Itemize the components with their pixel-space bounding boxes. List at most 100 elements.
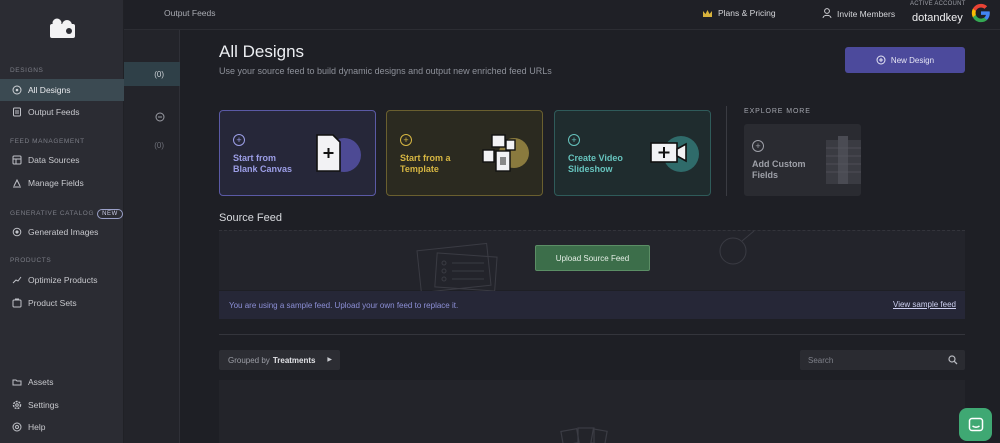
- app-logo-icon[interactable]: [49, 17, 76, 39]
- search-input[interactable]: Search: [800, 350, 965, 370]
- sidebar-item-help[interactable]: Help: [0, 416, 124, 438]
- sidebar-item-product-sets[interactable]: Product Sets: [0, 292, 124, 314]
- sidebar-item-optimize-products[interactable]: Optimize Products: [0, 269, 124, 291]
- card-label-line: Template: [400, 164, 439, 174]
- invite-label: Invite Members: [837, 8, 896, 19]
- divider: [726, 106, 727, 196]
- palette-icon: [12, 85, 22, 95]
- new-design-button[interactable]: New Design: [845, 47, 965, 73]
- folder-icon: [12, 377, 22, 387]
- sidebar-item-label: Help: [28, 422, 46, 432]
- spreadsheet-illustration-icon: [826, 136, 861, 184]
- account-name[interactable]: dotandkey: [912, 12, 963, 24]
- fields-icon: [12, 178, 22, 188]
- gear-icon: [12, 400, 22, 410]
- card-label: Start from a Template: [400, 153, 451, 175]
- section-designs: DESIGNS: [10, 67, 44, 74]
- count-label: (0): [154, 69, 164, 79]
- breadcrumb[interactable]: Output Feeds: [164, 8, 216, 18]
- video-camera-icon: [650, 136, 699, 172]
- chat-launcher-button[interactable]: [959, 408, 992, 441]
- sidebar-item-label: Optimize Products: [28, 275, 98, 285]
- sidebar: DESIGNS All Designs Output Feeds FEED MA…: [0, 0, 124, 443]
- plus-circle-icon: +: [752, 140, 764, 152]
- sidebar-item-label: Product Sets: [28, 298, 77, 308]
- sidebar-item-label: Assets: [28, 377, 54, 387]
- count-label: (0): [154, 140, 164, 150]
- sidebar-item-assets[interactable]: Assets: [0, 371, 124, 393]
- section-label: GENERATIVE CATALOG: [10, 210, 95, 217]
- sidebar-item-generated-images[interactable]: Generated Images: [0, 221, 124, 243]
- plus-circle-icon: +: [400, 134, 412, 146]
- card-label-line: Slideshow: [568, 164, 613, 174]
- sidebar-item-label: All Designs: [28, 85, 71, 95]
- trend-icon: [12, 275, 22, 285]
- feed-icon: [12, 107, 22, 117]
- sidebar-item-settings[interactable]: Settings: [0, 394, 124, 416]
- sidebar-item-manage-fields[interactable]: Manage Fields: [0, 172, 124, 194]
- explore-more-label: EXPLORE MORE: [744, 108, 811, 115]
- plus-circle-icon: +: [568, 134, 580, 146]
- sample-feed-notice: You are using a sample feed. Upload your…: [219, 291, 965, 319]
- view-sample-feed-link[interactable]: View sample feed: [893, 300, 956, 309]
- card-label: Create Video Slideshow: [568, 153, 623, 175]
- top-bar: Output Feeds Plans & Pricing Invite Memb…: [124, 0, 1000, 30]
- new-design-label: New Design: [890, 55, 935, 65]
- chat-icon: [968, 417, 983, 431]
- card-label-line: Fields: [752, 170, 779, 180]
- secondary-add-row[interactable]: [124, 105, 180, 129]
- add-circle-icon[interactable]: [155, 112, 165, 122]
- add-custom-fields-card[interactable]: + Add Custom Fields: [744, 124, 861, 196]
- page-subtitle: Use your source feed to build dynamic de…: [219, 66, 552, 76]
- card-label-line: Start from: [233, 153, 277, 163]
- google-icon[interactable]: [970, 2, 992, 24]
- group-by-dropdown[interactable]: Grouped by Treatments ▶: [219, 350, 340, 370]
- divider: [219, 334, 965, 335]
- main-content: All Designs Use your source feed to buil…: [180, 30, 1000, 443]
- plans-label: Plans & Pricing: [718, 8, 776, 18]
- upload-source-feed-button[interactable]: Upload Source Feed: [535, 245, 650, 271]
- set-icon: [12, 298, 22, 308]
- page-title: All Designs: [219, 42, 305, 61]
- account-label: ACTIVE ACCOUNT: [910, 1, 966, 7]
- card-label-line: Create Video: [568, 153, 623, 163]
- sidebar-item-label: Settings: [28, 400, 59, 410]
- video-slideshow-card[interactable]: + Create Video Slideshow: [554, 110, 711, 196]
- secondary-row[interactable]: (0): [124, 62, 180, 86]
- source-feed-title: Source Feed: [219, 212, 282, 224]
- section-generative-catalog: GENERATIVE CATALOG NEW: [10, 209, 123, 219]
- invite-members-link[interactable]: Invite Members: [822, 8, 895, 19]
- sidebar-item-label: Output Feeds: [28, 107, 80, 117]
- plus-circle-icon: +: [233, 134, 245, 146]
- section-feed-management: FEED MANAGEMENT: [10, 138, 85, 145]
- sidebar-item-all-designs[interactable]: All Designs: [0, 79, 124, 101]
- group-by-label: Grouped by: [228, 355, 270, 365]
- user-icon: [822, 8, 832, 19]
- sidebar-item-label: Manage Fields: [28, 178, 84, 188]
- sidebar-item-output-feeds[interactable]: Output Feeds: [0, 101, 124, 123]
- designs-list-area: [219, 380, 965, 443]
- sidebar-item-label: Generated Images: [28, 227, 99, 237]
- card-label: Start from Blank Canvas: [233, 153, 292, 175]
- feed-illustration-icon: [416, 242, 498, 291]
- card-label-line: Add Custom: [752, 159, 806, 169]
- image-gen-icon: [12, 227, 22, 237]
- section-products: PRODUCTS: [10, 257, 52, 264]
- crown-icon: [703, 9, 712, 17]
- search-icon: [948, 355, 958, 365]
- secondary-row[interactable]: (0): [124, 133, 180, 157]
- sidebar-item-data-sources[interactable]: Data Sources: [0, 149, 124, 171]
- group-by-value: Treatments: [272, 355, 316, 365]
- plus-circle-icon: [876, 55, 886, 65]
- notice-text: You are using a sample feed. Upload your…: [229, 300, 459, 310]
- plans-pricing-link[interactable]: Plans & Pricing: [702, 8, 776, 18]
- new-badge: NEW: [97, 209, 123, 219]
- help-icon: [12, 422, 22, 432]
- blank-canvas-card[interactable]: + Start from Blank Canvas: [219, 110, 376, 196]
- card-label-line: Blank Canvas: [233, 164, 293, 174]
- sidebar-item-label: Data Sources: [28, 155, 80, 165]
- search-placeholder: Search: [808, 355, 834, 365]
- caret-right-icon: ▶: [327, 357, 332, 363]
- secondary-panel: (0) (0): [124, 30, 180, 443]
- template-card[interactable]: + Start from a Template: [386, 110, 543, 196]
